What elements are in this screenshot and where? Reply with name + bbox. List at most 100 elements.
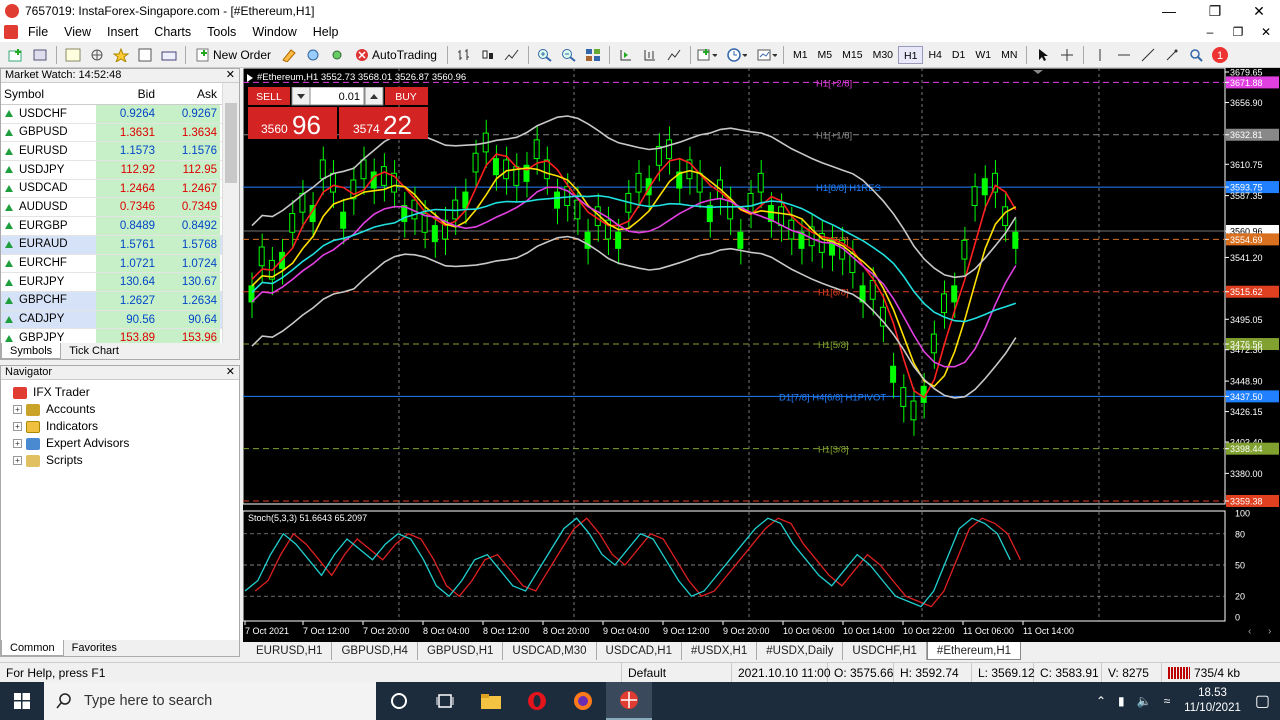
profiles-icon[interactable] [30,45,50,65]
market-icon[interactable] [327,45,347,65]
menu-charts[interactable]: Charts [146,25,199,39]
sell-button[interactable]: SELL [256,91,282,103]
table-row[interactable]: AUDUSD 0.7346 0.7349 [1,198,223,218]
expand-icon[interactable]: + [13,405,22,414]
crosshair-icon[interactable] [1057,45,1077,65]
close-icon[interactable]: ✕ [226,69,235,82]
tab-symbols[interactable]: Symbols [1,343,62,359]
tab-common[interactable]: Common [1,640,64,656]
cortana-icon[interactable] [376,682,422,720]
chevron-up-icon[interactable]: ⌃ [1096,694,1106,708]
chart-tab[interactable]: USDCAD,M30 [503,642,597,660]
data-window-icon[interactable] [87,45,107,65]
speaker-icon[interactable]: 🔈 [1137,694,1152,708]
cursor-icon[interactable] [1033,45,1053,65]
menu-view[interactable]: View [56,25,99,39]
tf-h1[interactable]: H1 [898,45,924,64]
maximize-button[interactable]: ❐ [1192,0,1238,22]
tf-m1[interactable]: M1 [788,46,813,64]
wifi-icon[interactable]: ≈ [1164,694,1171,708]
task-view-icon[interactable] [422,682,468,720]
terminal-icon[interactable] [135,45,155,65]
navigator-icon[interactable] [111,45,131,65]
trendline-icon[interactable] [1138,45,1158,65]
market-watch-icon[interactable] [63,45,83,65]
scrollbar[interactable] [222,83,239,345]
tf-mn[interactable]: MN [996,46,1022,64]
tf-h4[interactable]: H4 [923,46,946,64]
vertical-line-icon[interactable] [1090,45,1110,65]
tile-windows-icon[interactable] [583,45,603,65]
chart-tab[interactable]: #USDX,Daily [757,642,844,660]
expand-icon[interactable]: + [13,439,22,448]
chart-tab[interactable]: USDCHF,H1 [843,642,927,660]
minimize-button[interactable]: — [1146,0,1192,22]
mdi-minimize-button[interactable]: – [1196,22,1224,42]
text-tool-icon[interactable] [1162,45,1182,65]
table-row[interactable]: EURJPY 130.64 130.67 [1,273,223,292]
windows-start-icon[interactable] [0,682,44,720]
close-button[interactable]: ✕ [1236,0,1280,22]
menu-window[interactable]: Window [244,25,304,39]
tf-m15[interactable]: M15 [837,46,867,64]
tab-tick-chart[interactable]: Tick Chart [61,343,127,359]
document-icon[interactable] [4,25,18,39]
table-row[interactable]: EURUSD 1.1573 1.1576 [1,142,223,162]
tf-m5[interactable]: M5 [813,46,838,64]
table-row[interactable]: EURCHF 1.0721 1.0724 [1,254,223,274]
col-ask[interactable]: Ask [158,83,220,104]
scrollbar-thumb[interactable] [225,103,237,183]
expand-icon[interactable]: + [13,422,22,431]
table-row[interactable]: CADJPY 90.56 90.64 [1,310,223,330]
table-row[interactable]: GBPCHF 1.2627 1.2634 [1,291,223,311]
menu-insert[interactable]: Insert [99,25,146,39]
menu-help[interactable]: Help [305,25,347,39]
mdi-close-button[interactable]: ✕ [1252,22,1280,42]
notification-icon[interactable]: 1 [1210,45,1230,65]
strategy-tester-icon[interactable] [159,45,179,65]
table-row[interactable]: EURAUD 1.5761 1.5768 [1,235,223,255]
nav-item-scripts[interactable]: + Scripts [1,452,239,469]
line-chart-icon[interactable] [502,45,522,65]
autoscroll-icon[interactable] [640,45,660,65]
menu-tools[interactable]: Tools [199,25,244,39]
metaeditor-icon[interactable] [279,45,299,65]
chart-tab[interactable]: GBPUSD,H4 [332,642,418,660]
chart-tab[interactable]: GBPUSD,H1 [418,642,504,660]
close-icon[interactable]: ✕ [226,366,235,379]
templates-icon[interactable] [757,45,777,65]
buy-button[interactable]: BUY [395,91,417,103]
firefox-icon[interactable] [560,682,606,720]
nav-item-expert-advisors[interactable]: + Expert Advisors [1,435,239,452]
table-row[interactable]: EURGBP 0.8489 0.8492 [1,217,223,236]
indicators-icon[interactable] [697,45,717,65]
period-separator-icon[interactable] [664,45,684,65]
nav-root[interactable]: IFX Trader [1,384,239,401]
expand-icon[interactable]: + [13,456,22,465]
notifications-icon[interactable]: ▢ [1255,691,1270,711]
battery-icon[interactable]: ▮ [1118,694,1125,708]
tf-w1[interactable]: W1 [970,46,996,64]
new-chart-icon[interactable] [6,45,26,65]
table-row[interactable]: USDCAD 1.2464 1.2467 [1,179,223,199]
opera-icon[interactable] [514,682,560,720]
menu-file[interactable]: File [20,25,56,39]
zoom-out-icon[interactable] [559,45,579,65]
chart-tab[interactable]: #Ethereum,H1 [926,642,1022,660]
bar-chart-icon[interactable] [454,45,474,65]
table-row[interactable]: USDCHF 0.9264 0.9267 [1,105,223,124]
col-bid[interactable]: Bid [96,83,158,104]
chart-tab[interactable]: EURUSD,H1 [247,642,333,660]
horizontal-line-icon[interactable] [1114,45,1134,65]
candlesticks-icon[interactable] [478,45,498,65]
autotrading-button[interactable]: AutoTrading [351,45,441,65]
tf-m30[interactable]: M30 [868,46,898,64]
taskbar-search[interactable]: Type here to search [44,682,376,720]
signals-icon[interactable] [303,45,323,65]
periods-icon[interactable] [727,45,747,65]
tf-d1[interactable]: D1 [947,46,970,64]
clock[interactable]: 18.53 11/10/2021 [1176,686,1249,716]
table-row[interactable]: GBPUSD 1.3631 1.3634 [1,123,223,143]
table-row[interactable]: USDJPY 112.92 112.95 [1,161,223,180]
price-chart[interactable]: H1[+2/8]H1[+1/8]H1[8/8] H1RESH1[7/8]H1[6… [243,68,1280,642]
